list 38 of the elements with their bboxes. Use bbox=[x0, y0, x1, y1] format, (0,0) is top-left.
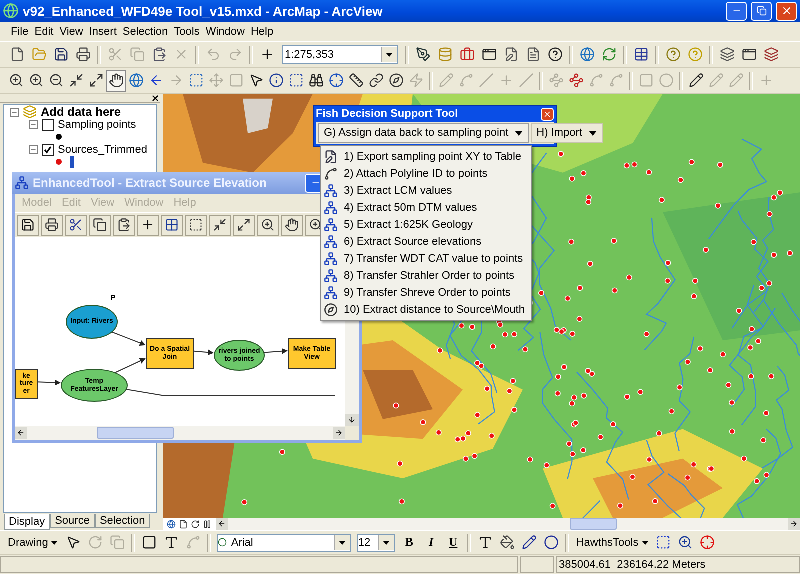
menu-item[interactable]: File bbox=[8, 26, 32, 38]
drawing-menu[interactable]: Drawing bbox=[4, 532, 62, 552]
toolbar-menu[interactable]: H) Import bbox=[530, 123, 603, 143]
menu-item[interactable]: 9) Transfer Shreve Order to points bbox=[321, 284, 525, 301]
fish-tool-title: Fish Decision Support Tool bbox=[316, 108, 458, 120]
menu-item[interactable]: 3) Extract LCM values bbox=[321, 182, 525, 199]
layer-name: Sampling points bbox=[58, 118, 136, 131]
menu-item[interactable]: 1) Export sampling point XY to Table bbox=[321, 148, 525, 165]
layer-name: Sources_Trimmed bbox=[58, 144, 148, 156]
menu-item[interactable]: View bbox=[56, 26, 86, 38]
menu-item[interactable]: Window bbox=[202, 26, 248, 38]
menu-item[interactable]: Insert bbox=[86, 26, 120, 38]
toc-tab[interactable]: Display bbox=[4, 514, 50, 530]
menu-item[interactable]: 7) Transfer WDT CAT value to points bbox=[321, 250, 525, 267]
menu-item[interactable]: 8) Transfer Strahler Order to points bbox=[321, 267, 525, 284]
italic-button[interactable]: I bbox=[420, 532, 442, 552]
menu-item[interactable]: 10) Extract distance to Source\Mouth bbox=[321, 301, 525, 318]
underline-button[interactable]: U bbox=[442, 532, 464, 552]
toc-tab[interactable]: Source bbox=[50, 514, 95, 528]
menu-item[interactable]: Edit bbox=[32, 26, 57, 38]
menu-item[interactable]: Selection bbox=[120, 26, 172, 38]
model-window-title: EnhancedTool - Extract Source Elevation bbox=[33, 176, 268, 190]
hawths-tools-menu[interactable]: HawthsTools bbox=[572, 532, 653, 552]
layer-group-name: Add data here bbox=[41, 105, 122, 120]
font-field[interactable]: Arial bbox=[217, 534, 352, 552]
scale-field[interactable]: 1:275,353 bbox=[282, 45, 398, 64]
window-title: v92_Enhanced_WFD49e Tool_v15.mxd - ArcMap - ArcView bbox=[23, 4, 384, 18]
font-size-field[interactable]: 12 bbox=[357, 534, 396, 552]
menu-item[interactable]: 5) Extract 1:625K Geology bbox=[321, 216, 525, 233]
menu-item[interactable]: 2) Attach Polyline ID to points bbox=[321, 165, 525, 182]
menu-item[interactable]: 6) Extract Source elevations bbox=[321, 233, 525, 250]
toolbar-menu[interactable]: G) Assign data back to sampling point bbox=[318, 123, 529, 143]
menu-item[interactable]: Tools bbox=[171, 26, 203, 38]
menu-item[interactable]: Help bbox=[248, 26, 277, 38]
coordinates-readout: 385004.61 236164.22 Meters bbox=[556, 556, 800, 573]
bold-button[interactable]: B bbox=[398, 532, 420, 552]
menu-item[interactable]: 4) Extract 50m DTM values bbox=[321, 199, 525, 216]
toc-tab[interactable]: Selection bbox=[94, 514, 150, 528]
